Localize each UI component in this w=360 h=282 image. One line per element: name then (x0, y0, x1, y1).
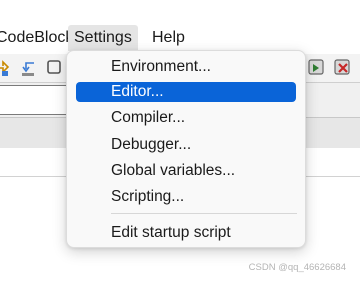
menu-item-global-variables[interactable]: Global variables... (76, 161, 296, 181)
menu-item-edit-startup-script[interactable]: Edit startup script (76, 223, 296, 243)
watermark: CSDN @qq_46626684 (248, 262, 346, 273)
stop-debug-icon[interactable] (332, 57, 354, 79)
settings-dropdown-menu: Environment... Editor... Compiler... Deb… (66, 50, 306, 248)
run-to-cursor-icon[interactable] (306, 57, 328, 79)
debug-window-icon[interactable] (44, 57, 66, 79)
menu-separator (111, 213, 297, 214)
menu-item-debugger[interactable]: Debugger... (76, 135, 296, 155)
step-out-icon[interactable] (18, 57, 40, 79)
step-into-icon[interactable] (0, 57, 14, 79)
build-target-field[interactable] (0, 85, 71, 115)
menu-item-scripting[interactable]: Scripting... (76, 187, 296, 207)
menu-item-compiler[interactable]: Compiler... (76, 108, 296, 128)
menu-help[interactable]: Help (146, 25, 191, 51)
menu-item-editor[interactable]: Editor... (76, 82, 296, 102)
menu-item-environment[interactable]: Environment... (76, 57, 296, 77)
menu-settings[interactable]: Settings (68, 25, 138, 51)
